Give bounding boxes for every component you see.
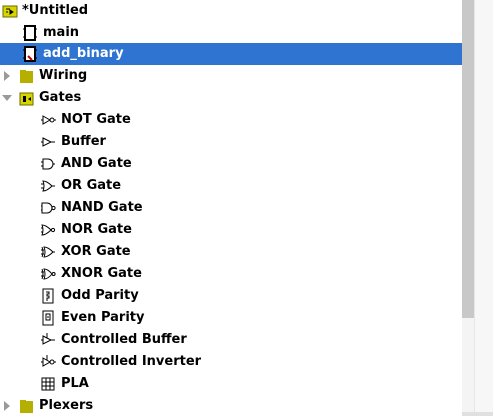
- controlled-buffer-icon: [40, 332, 56, 348]
- buffer-icon: [40, 134, 56, 150]
- folder-icon: [19, 68, 35, 84]
- folder-label: Plexers: [39, 398, 94, 413]
- circuit-label: main: [43, 25, 80, 40]
- gate-label: OR Gate: [61, 178, 122, 193]
- scrollbar-groove: [474, 0, 493, 416]
- xor-gate-icon: [40, 244, 56, 260]
- gate-label: XOR Gate: [61, 244, 131, 259]
- collapse-arrow-icon[interactable]: [2, 95, 12, 101]
- odd-parity-icon: [40, 288, 56, 304]
- not-gate-icon: [40, 112, 56, 128]
- tree-item-gate[interactable]: NOR Gate: [0, 219, 462, 241]
- xnor-gate-icon: [40, 266, 56, 282]
- tree-item-gate[interactable]: XNOR Gate: [0, 263, 462, 285]
- library-folder-icon: [19, 90, 35, 106]
- tree-item-gate[interactable]: OR Gate: [0, 175, 462, 197]
- tree-item-folder-wiring[interactable]: Wiring: [0, 65, 462, 87]
- controlled-inverter-icon: [40, 354, 56, 370]
- tree-item-gate[interactable]: AND Gate: [0, 153, 462, 175]
- gate-label: XNOR Gate: [61, 266, 142, 281]
- gate-label: Even Parity: [61, 310, 145, 325]
- gate-label: NOR Gate: [61, 222, 132, 237]
- tree-item-gate[interactable]: NAND Gate: [0, 197, 462, 219]
- or-gate-icon: [40, 178, 56, 194]
- nor-gate-icon: [40, 222, 56, 238]
- tree-item-gate[interactable]: Even Parity: [0, 307, 462, 329]
- circuit-icon: [22, 46, 38, 62]
- tree-item-gate[interactable]: Odd Parity: [0, 285, 462, 307]
- pla-icon: [40, 376, 56, 392]
- gate-label: NAND Gate: [61, 200, 143, 215]
- tree-item-circuit-add-binary[interactable]: add_binary: [0, 43, 462, 65]
- tree-item-gate[interactable]: NOT Gate: [0, 109, 462, 131]
- tree-item-gate[interactable]: PLA: [0, 373, 462, 395]
- scrollbar-bottom-edge: [462, 412, 493, 416]
- project-title: *Untitled: [22, 3, 89, 18]
- tree-item-gate[interactable]: Buffer: [0, 131, 462, 153]
- gate-label: Odd Parity: [61, 288, 139, 303]
- tree-item-circuit-main[interactable]: main: [0, 22, 462, 44]
- scrollbar-thumb[interactable]: [462, 0, 474, 318]
- expand-arrow-icon[interactable]: [4, 401, 10, 411]
- tree-item-gate[interactable]: Controlled Buffer: [0, 329, 462, 351]
- gate-label: Buffer: [61, 134, 106, 149]
- folder-label: Wiring: [39, 68, 88, 83]
- explorer-tree: *Untitled main add_binary Wiring Gates N…: [0, 0, 462, 416]
- gate-label: AND Gate: [61, 156, 132, 171]
- tree-item-folder-plexers[interactable]: Plexers: [0, 395, 462, 417]
- tree-item-gate[interactable]: Controlled Inverter: [0, 351, 462, 373]
- and-gate-icon: [40, 156, 56, 172]
- gate-label: PLA: [61, 376, 89, 391]
- tree-item-gate[interactable]: XOR Gate: [0, 241, 462, 263]
- tree-item-project[interactable]: *Untitled: [0, 0, 462, 22]
- gate-label: Controlled Buffer: [61, 332, 187, 347]
- folder-label: Gates: [39, 90, 82, 105]
- folder-icon: [19, 398, 35, 414]
- circuit-icon: [22, 25, 38, 41]
- tree-item-folder-gates[interactable]: Gates: [0, 87, 462, 109]
- gate-label: Controlled Inverter: [61, 354, 202, 369]
- expand-arrow-icon[interactable]: [4, 71, 10, 81]
- project-icon: [2, 3, 18, 19]
- gate-label: NOT Gate: [61, 112, 131, 127]
- even-parity-icon: [40, 310, 56, 326]
- circuit-label: add_binary: [43, 46, 124, 61]
- nand-gate-icon: [40, 200, 56, 216]
